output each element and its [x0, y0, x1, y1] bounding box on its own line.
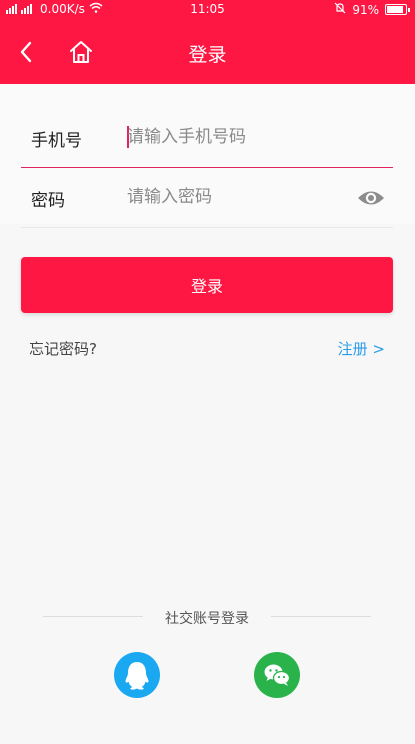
phone-input[interactable]: [127, 120, 347, 154]
wechat-login-button[interactable]: [254, 652, 300, 698]
password-row: 密码: [21, 168, 393, 228]
phone-label: 手机号: [31, 131, 82, 151]
show-password-toggle[interactable]: [357, 188, 385, 208]
password-label: 密码: [31, 191, 65, 211]
login-button[interactable]: 登录: [21, 257, 393, 313]
password-input[interactable]: [127, 180, 347, 214]
qq-login-button[interactable]: [114, 652, 160, 698]
battery-fill: [387, 6, 404, 13]
social-login-divider: 社交账号登录: [43, 606, 371, 628]
login-form: 手机号 密码: [0, 84, 415, 228]
status-right: 91%: [334, 2, 410, 17]
eye-icon: [358, 191, 384, 205]
status-bar: 0.00K/s 11:05 91%: [0, 0, 415, 20]
page-title: 登录: [188, 44, 227, 66]
forgot-password-link[interactable]: 忘记密码?: [29, 338, 97, 359]
phone-row: 手机号: [21, 108, 393, 168]
divider-line-right: [271, 616, 371, 617]
battery-icon: [385, 4, 410, 15]
qq-icon: [125, 662, 149, 690]
social-login-title: 社交账号登录: [165, 611, 249, 627]
wechat-icon: [264, 664, 291, 686]
title-bar: 登录: [0, 20, 415, 84]
battery-percent: 91%: [352, 2, 379, 17]
bell-muted-icon: [334, 2, 346, 17]
register-link[interactable]: 注册 >: [338, 338, 385, 359]
